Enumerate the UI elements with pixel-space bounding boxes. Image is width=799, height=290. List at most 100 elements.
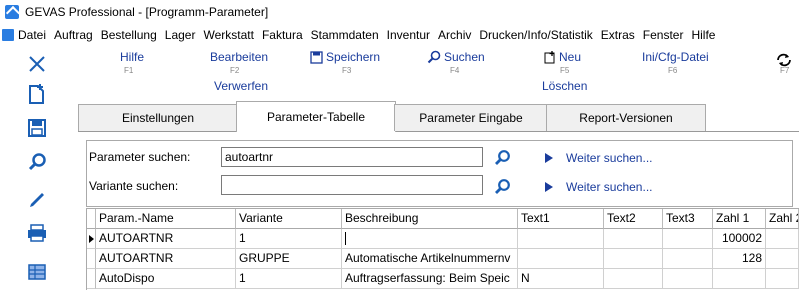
tab-einstellungen[interactable]: Einstellungen [78,104,238,131]
parameter-search-icon[interactable] [493,149,511,167]
col-param-name[interactable]: Param.-Name [96,209,236,229]
variant-search-input[interactable] [221,175,483,195]
menu-faktura[interactable]: Faktura [258,28,307,42]
menu-werkstatt[interactable]: Werkstatt [199,28,257,42]
print-icon[interactable] [25,221,49,245]
cell-zahl2[interactable] [766,229,799,249]
col-zahl2[interactable]: Zahl 2 [766,209,799,229]
col-text3[interactable]: Text3 [663,209,713,229]
play-arrow-icon [545,153,553,163]
cell-text1[interactable] [518,229,604,249]
text-cursor [345,232,346,246]
save-icon[interactable] [25,116,49,140]
cell-zahl1[interactable]: 128 [713,249,766,269]
menu-datei[interactable]: Datei [0,28,50,42]
delete-button[interactable]: Löschen [542,79,587,93]
col-zahl1[interactable]: Zahl 1 [713,209,766,229]
save-button[interactable]: Speichern [310,50,380,64]
cell-text1[interactable] [518,249,604,269]
row-indicator-header [87,209,96,229]
f1-key-label: F1 [124,66,134,75]
cell-text2[interactable] [604,249,663,269]
edit-pencil-icon[interactable] [25,186,49,210]
help-button[interactable]: Hilfe [120,50,144,64]
cell-zahl2[interactable] [766,249,799,269]
cell-beschreibung[interactable]: Automatische Artikelnummernv [342,249,518,269]
cell-param-name[interactable]: AUTOARTNR [96,229,236,249]
menu-bar: Datei Auftrag Bestellung Lager Werkstatt… [0,26,799,44]
col-variante[interactable]: Variante [236,209,342,229]
col-text1[interactable]: Text1 [518,209,604,229]
ini-cfg-button[interactable]: Ini/Cfg-Datei [642,50,709,64]
next-parameter-button[interactable]: Weiter suchen... [545,151,652,165]
menu-lager[interactable]: Lager [161,28,200,42]
next-variant-button[interactable]: Weiter suchen... [545,180,652,194]
menu-archiv[interactable]: Archiv [434,28,475,42]
menu-extras[interactable]: Extras [597,28,639,42]
cell-text3[interactable] [663,269,713,289]
col-beschreibung[interactable]: Beschreibung [342,209,518,229]
title-bar: GEVAS Professional - [Programm-Parameter… [0,0,799,24]
search-icon[interactable] [25,150,49,174]
f6-key-label: F6 [668,66,678,75]
function-toolbar: Hilfe F1 Bearbeiten F2 Verwerfen Speiche… [78,46,799,98]
table-row[interactable]: AUTOARTNR GRUPPE Automatische Artikelnum… [87,249,799,269]
menu-inventur[interactable]: Inventur [383,28,434,42]
new-document-icon[interactable] [25,82,49,106]
parameter-search-label: Parameter suchen: [89,150,191,164]
tab-parameter-tabelle[interactable]: Parameter-Tabelle [236,101,396,132]
discard-button[interactable]: Verwerfen [214,79,268,93]
cell-text3[interactable] [663,249,713,269]
menu-auftrag[interactable]: Auftrag [50,28,97,42]
cell-text1[interactable]: N [518,269,604,289]
variant-search-label: Variante suchen: [89,179,179,193]
search-button[interactable]: Suchen [427,50,485,64]
menu-stammdaten[interactable]: Stammdaten [307,28,383,42]
parameter-search-input[interactable]: autoartnr [221,147,483,167]
cell-zahl1[interactable] [713,269,766,289]
menu-drucken[interactable]: Drucken/Info/Statistik [475,28,596,42]
edit-button[interactable]: Bearbeiten [210,50,268,64]
grid-header: Param.-Name Variante Beschreibung Text1 … [87,209,799,229]
search-group: Parameter suchen: autoartnr Weiter suche… [86,140,793,207]
f5-key-label: F5 [560,66,570,75]
save-icon [310,50,323,64]
cell-variante[interactable]: 1 [236,229,342,249]
f3-key-label: F3 [342,66,352,75]
f2-key-label: F2 [230,66,240,75]
cell-beschreibung[interactable]: Auftragserfassung: Beim Speic [342,269,518,289]
play-arrow-icon [545,182,553,192]
new-document-icon [544,50,555,63]
cell-text3[interactable] [663,229,713,249]
new-button[interactable]: Neu [544,50,581,64]
left-toolbar [0,46,78,289]
cell-zahl1[interactable]: 100002 [713,229,766,249]
tab-report-versionen[interactable]: Report-Versionen [546,104,706,131]
cell-zahl2[interactable] [766,269,799,289]
variant-search-icon[interactable] [493,178,511,196]
table-row[interactable]: AUTOARTNR 1 100002 [87,229,799,249]
close-icon[interactable] [25,52,49,76]
cell-beschreibung[interactable] [342,229,518,249]
current-row-indicator [87,229,96,249]
cell-text2[interactable] [604,229,663,249]
menu-fenster[interactable]: Fenster [639,28,688,42]
table-row[interactable]: AutoDispo 1 Auftragserfassung: Beim Spei… [87,269,799,289]
menu-bestellung[interactable]: Bestellung [97,28,161,42]
search-icon [427,50,441,64]
col-text2[interactable]: Text2 [604,209,663,229]
f7-key-label: F7 [780,66,790,75]
cell-variante[interactable]: 1 [236,269,342,289]
row-pointer-icon [89,235,94,243]
tab-parameter-eingabe[interactable]: Parameter Eingabe [394,104,548,131]
cell-param-name[interactable]: AUTOARTNR [96,249,236,269]
table-grid-icon[interactable] [25,260,49,284]
menu-hilfe[interactable]: Hilfe [687,28,719,42]
row-indicator [87,269,96,289]
cell-param-name[interactable]: AutoDispo [96,269,236,289]
parameter-table-panel: Parameter suchen: autoartnr Weiter suche… [78,132,799,290]
tab-bar: Einstellungen Parameter-Tabelle Paramete… [78,101,799,132]
cell-variante[interactable]: GRUPPE [236,249,342,269]
cell-text2[interactable] [604,269,663,289]
window-title: GEVAS Professional - [Programm-Parameter… [25,5,269,19]
